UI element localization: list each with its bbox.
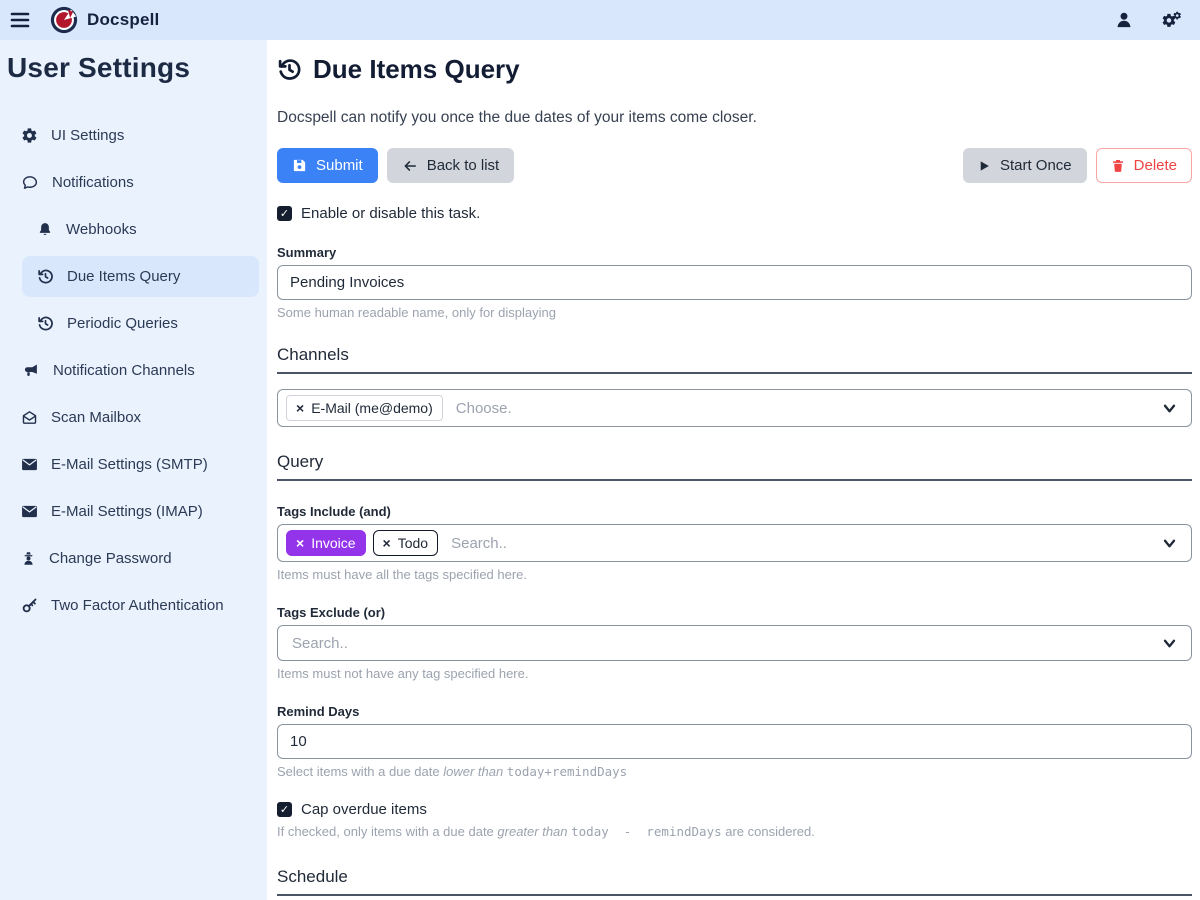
- remove-chip-icon[interactable]: ×: [383, 535, 391, 551]
- tags-exclude-help: Items must not have any tag specified he…: [277, 666, 1192, 681]
- cap-overdue-help: If checked, only items with a due date g…: [277, 824, 1192, 839]
- tag-chip-todo[interactable]: × Todo: [373, 530, 439, 556]
- tags-exclude-label: Tags Exclude (or): [277, 605, 1192, 620]
- chevron-down-icon[interactable]: [1163, 539, 1176, 548]
- history-icon: [277, 57, 302, 82]
- sidebar-item-label: Notification Channels: [53, 362, 195, 379]
- summary-label: Summary: [277, 245, 1192, 260]
- summary-input[interactable]: [277, 265, 1192, 300]
- sidebar-item-label: Change Password: [49, 550, 172, 567]
- envelope-icon: [21, 504, 38, 519]
- tags-include-select[interactable]: × Invoice × Todo Search..: [277, 524, 1192, 562]
- remind-days-input[interactable]: [277, 724, 1192, 759]
- sidebar-item-label: E-Mail Settings (IMAP): [51, 503, 203, 520]
- page-title-text: Due Items Query: [313, 54, 520, 85]
- sidebar-item-webhooks[interactable]: Webhooks: [0, 206, 267, 253]
- mail-open-icon: [21, 409, 38, 426]
- sidebar-item-email-smtp[interactable]: E-Mail Settings (SMTP): [0, 441, 267, 488]
- save-icon: [292, 158, 307, 173]
- sidebar-item-due-items-query[interactable]: Due Items Query: [22, 256, 259, 297]
- submit-button[interactable]: Submit: [277, 148, 378, 183]
- sidebar-item-two-factor[interactable]: Two Factor Authentication: [0, 582, 267, 629]
- sidebar-item-email-imap[interactable]: E-Mail Settings (IMAP): [0, 488, 267, 535]
- chevron-down-icon[interactable]: [1163, 639, 1176, 648]
- settings-gears-icon[interactable]: [1161, 11, 1182, 30]
- tags-include-placeholder: Search..: [451, 535, 507, 552]
- start-once-label: Start Once: [1000, 157, 1072, 174]
- key-icon: [21, 597, 38, 614]
- sidebar-item-label: E-Mail Settings (SMTP): [51, 456, 208, 473]
- enable-task-label: Enable or disable this task.: [301, 205, 480, 222]
- trash-icon: [1111, 158, 1125, 173]
- main-content: Due Items Query Docspell can notify you …: [267, 40, 1200, 900]
- schedule-heading: Schedule: [277, 867, 1192, 896]
- remind-days-label: Remind Days: [277, 704, 1192, 719]
- user-secret-icon: [21, 550, 36, 567]
- user-account-icon[interactable]: [1115, 11, 1133, 29]
- tags-exclude-select[interactable]: Search..: [277, 625, 1192, 661]
- sidebar-title: User Settings: [0, 52, 267, 84]
- enable-task-checkbox[interactable]: ✓: [277, 206, 292, 221]
- chevron-down-icon[interactable]: [1163, 404, 1176, 413]
- topbar: Docspell: [0, 0, 1200, 40]
- back-to-list-button[interactable]: Back to list: [387, 148, 515, 183]
- submit-button-label: Submit: [316, 157, 363, 174]
- page-title: Due Items Query: [277, 54, 1192, 85]
- history-icon: [37, 315, 54, 332]
- sidebar-item-label: UI Settings: [51, 127, 124, 144]
- arrow-left-icon: [402, 159, 418, 173]
- tags-include-help: Items must have all the tags specified h…: [277, 567, 1192, 582]
- history-icon: [37, 268, 54, 285]
- app-logo[interactable]: Docspell: [50, 6, 159, 34]
- delete-button-label: Delete: [1134, 157, 1177, 174]
- sidebar-item-periodic-queries[interactable]: Periodic Queries: [0, 300, 267, 347]
- channel-chip-label: E-Mail (me@demo): [311, 400, 433, 416]
- channels-heading: Channels: [277, 345, 1192, 374]
- bell-icon: [37, 221, 53, 238]
- sidebar-item-change-password[interactable]: Change Password: [0, 535, 267, 582]
- delete-button[interactable]: Delete: [1096, 148, 1192, 183]
- app-title: Docspell: [87, 10, 159, 30]
- remind-days-help: Select items with a due date lower than …: [277, 764, 1192, 779]
- channels-placeholder: Choose.: [456, 400, 512, 417]
- tags-include-label: Tags Include (and): [277, 504, 1192, 519]
- tag-chip-label: Invoice: [311, 535, 355, 551]
- sidebar-item-ui-settings[interactable]: UI Settings: [0, 112, 267, 159]
- hamburger-menu-icon[interactable]: [10, 11, 30, 29]
- tags-exclude-placeholder: Search..: [292, 635, 348, 652]
- tag-chip-label: Todo: [398, 535, 428, 551]
- channels-select[interactable]: × E-Mail (me@demo) Choose.: [277, 389, 1192, 427]
- sidebar-nav: UI Settings Notifications Webhooks Due I…: [0, 112, 267, 629]
- sidebar-item-label: Scan Mailbox: [51, 409, 141, 426]
- sidebar-item-notification-channels[interactable]: Notification Channels: [0, 347, 267, 394]
- play-icon: [978, 159, 991, 173]
- remove-chip-icon[interactable]: ×: [296, 400, 304, 416]
- back-button-label: Back to list: [427, 157, 500, 174]
- sidebar-item-notifications[interactable]: Notifications: [0, 159, 267, 206]
- channel-chip-email[interactable]: × E-Mail (me@demo): [286, 395, 443, 421]
- summary-help: Some human readable name, only for displ…: [277, 305, 1192, 320]
- envelope-icon: [21, 457, 38, 472]
- sidebar-item-label: Two Factor Authentication: [51, 597, 224, 614]
- enable-task-row: ✓ Enable or disable this task.: [277, 205, 1192, 222]
- start-once-button[interactable]: Start Once: [963, 148, 1087, 183]
- cap-overdue-label: Cap overdue items: [301, 801, 427, 818]
- sidebar-item-scan-mailbox[interactable]: Scan Mailbox: [0, 394, 267, 441]
- remove-chip-icon[interactable]: ×: [296, 535, 304, 551]
- sidebar-item-label: Notifications: [52, 174, 134, 191]
- query-heading: Query: [277, 452, 1192, 481]
- docspell-logo-icon: [50, 6, 78, 34]
- gear-icon: [21, 127, 38, 144]
- cap-overdue-row: ✓ Cap overdue items: [277, 801, 1192, 818]
- sidebar: User Settings UI Settings Notifications …: [0, 40, 267, 900]
- sidebar-item-label: Webhooks: [66, 221, 137, 238]
- sidebar-item-label: Due Items Query: [67, 268, 180, 285]
- comment-icon: [21, 174, 39, 191]
- cap-overdue-checkbox[interactable]: ✓: [277, 802, 292, 817]
- intro-text: Docspell can notify you once the due dat…: [277, 109, 1192, 127]
- bullhorn-icon: [21, 362, 40, 379]
- tag-chip-invoice[interactable]: × Invoice: [286, 530, 366, 556]
- sidebar-item-label: Periodic Queries: [67, 315, 178, 332]
